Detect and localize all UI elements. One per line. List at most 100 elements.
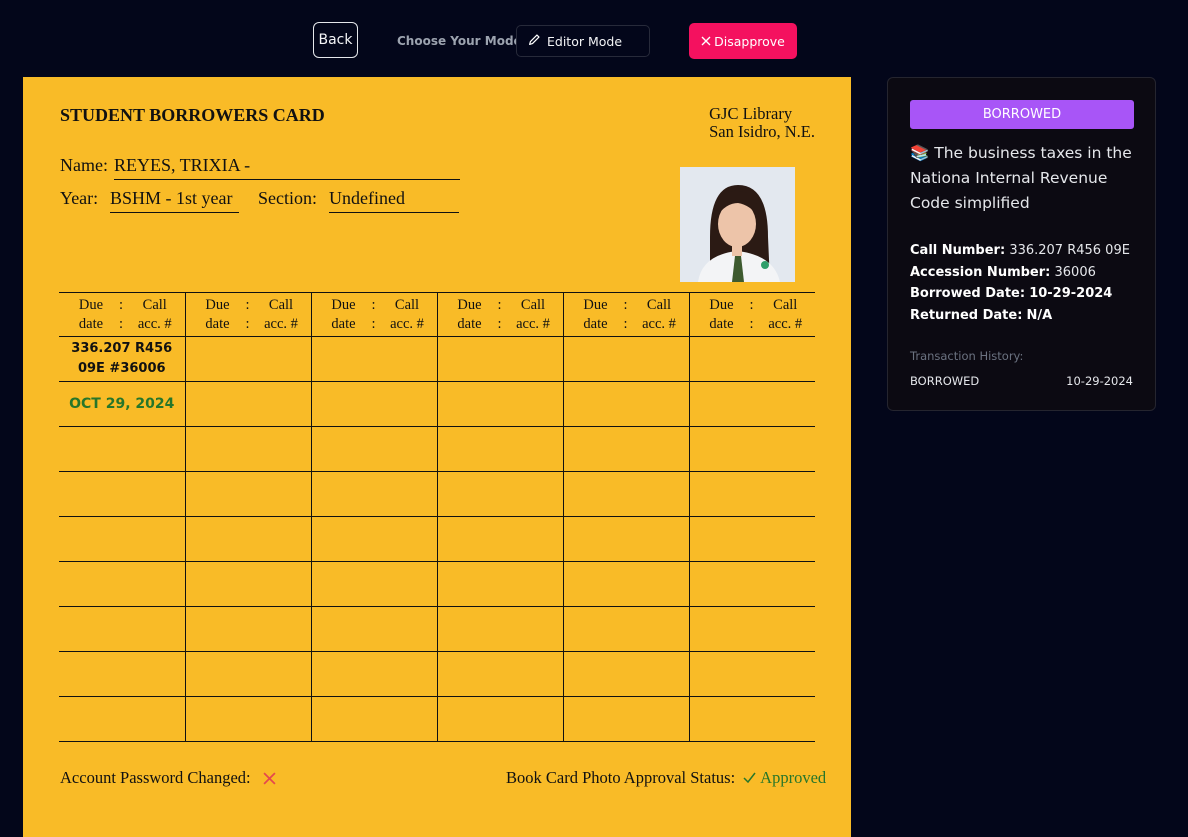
acc-label: acc. # — [642, 315, 676, 332]
password-label: Account Password Changed: — [60, 768, 251, 787]
call-label: Call — [646, 296, 672, 313]
approval-label: Book Card Photo Approval Status: — [506, 768, 736, 787]
table-cell — [184, 561, 311, 607]
table-cell — [562, 471, 689, 517]
table-row: OCT 29, 2024 — [59, 381, 815, 427]
entry-call-line1: 336.207 R456 — [71, 341, 173, 356]
colon: : — [749, 296, 754, 313]
student-photo — [680, 167, 795, 282]
colon: : — [118, 296, 124, 313]
table-row — [59, 606, 815, 652]
history-status: BORROWED — [910, 374, 980, 388]
returned-date: N/A — [1026, 307, 1053, 323]
table-cell — [59, 652, 185, 697]
due-label: Due — [78, 296, 104, 313]
table-cell — [688, 471, 815, 517]
table-row: 336.207 R456 09E #36006 — [59, 336, 815, 382]
table-cell — [688, 606, 815, 652]
year-label: Year: — [60, 188, 99, 208]
call-label: Call — [520, 296, 546, 313]
entry-call-line2: 09E #36006 — [77, 361, 166, 376]
table-cell — [184, 516, 311, 562]
table-cell — [59, 472, 185, 517]
library-address: San Isidro, N.E. — [709, 122, 815, 141]
table-cell — [310, 336, 437, 382]
borrowed-date: 10-29-2024 — [1029, 286, 1113, 301]
accession-number: 36006 — [1054, 264, 1096, 280]
acc-label: acc. # — [264, 315, 298, 332]
table-row — [59, 426, 815, 472]
table-cell — [59, 607, 185, 652]
table-cell — [184, 651, 311, 697]
table-cell — [184, 606, 311, 652]
table-cell — [436, 471, 563, 517]
table-cell — [59, 427, 185, 472]
table-cell — [436, 696, 563, 742]
colon: : — [497, 296, 502, 313]
colon: : — [118, 315, 124, 332]
book-title: 📚 The business taxes in the Nationa Inte… — [910, 141, 1140, 216]
table-row — [59, 561, 815, 607]
status-badge: BORROWED — [910, 100, 1134, 129]
check-icon — [743, 768, 756, 788]
table-cell — [59, 697, 185, 742]
borrowers-card: STUDENT BORROWERS CARD GJC Library San I… — [23, 77, 851, 837]
table-cell: OCT 29, 2024 — [59, 382, 185, 427]
table-cell: 336.207 R456 09E #36006 — [59, 337, 185, 382]
table-cell — [688, 696, 815, 742]
colon: : — [371, 296, 376, 313]
history-label: Transaction History: — [910, 349, 1024, 363]
disapprove-button[interactable]: Disapprove — [689, 23, 797, 59]
table-cell — [310, 651, 437, 697]
table-cell — [688, 516, 815, 562]
approval-status: Book Card Photo Approval Status: Approve… — [506, 768, 826, 788]
acc-label: acc. # — [768, 315, 803, 332]
book-details-panel: BORROWED 📚 The business taxes in the Nat… — [887, 77, 1156, 411]
column-header: Due: Call date: acc. # — [310, 292, 437, 337]
colon: : — [245, 296, 250, 313]
table-cell — [184, 336, 311, 382]
books-icon: 📚 — [910, 144, 930, 162]
table-row — [59, 651, 815, 697]
table-cell — [436, 561, 563, 607]
close-icon — [701, 34, 711, 49]
pencil-icon — [528, 33, 541, 49]
table-cell — [688, 426, 815, 472]
acc-label: acc. # — [390, 315, 424, 332]
table-cell — [59, 517, 185, 562]
due-label: Due — [583, 296, 608, 313]
acc-label: acc. # — [516, 315, 550, 332]
date-label: date — [331, 315, 356, 332]
table-cell — [436, 606, 563, 652]
date-label: date — [709, 315, 734, 332]
disapprove-label: Disapprove — [714, 33, 785, 49]
section-field: Undefined — [329, 188, 459, 213]
due-label: Due — [331, 296, 356, 313]
table-cell — [436, 516, 563, 562]
column-header: Due: Call date: acc. # — [688, 292, 815, 337]
table-header-row: Due: Call date: acc. # Due: Call date: acc. # Du… — [59, 292, 815, 337]
table-cell — [310, 561, 437, 607]
call-label: Call — [142, 296, 167, 313]
colon: : — [623, 296, 628, 313]
table-cell — [436, 426, 563, 472]
table-cell — [184, 426, 311, 472]
book-title-text: The business taxes in the Nationa Intern… — [910, 144, 1132, 212]
call-number: 336.207 R456 09E — [1009, 243, 1130, 258]
call-label: Call — [773, 296, 798, 313]
year-field: BSHM - 1st year — [110, 188, 239, 213]
password-status: Account Password Changed: — [60, 768, 276, 788]
table-cell — [688, 336, 815, 382]
colon: : — [371, 315, 376, 332]
table-cell — [310, 426, 437, 472]
approval-text: Approved — [760, 768, 827, 787]
table-cell — [310, 471, 437, 517]
table-cell — [184, 696, 311, 742]
due-label: Due — [205, 296, 230, 313]
mode-select[interactable]: Editor Mode — [516, 25, 650, 57]
column-header: Due: Call date: acc. # — [562, 292, 689, 337]
name-label: Name: — [60, 155, 108, 175]
borrowed-label: Borrowed Date: — [910, 286, 1026, 301]
back-button[interactable]: Back — [313, 22, 358, 58]
colon: : — [245, 315, 250, 332]
